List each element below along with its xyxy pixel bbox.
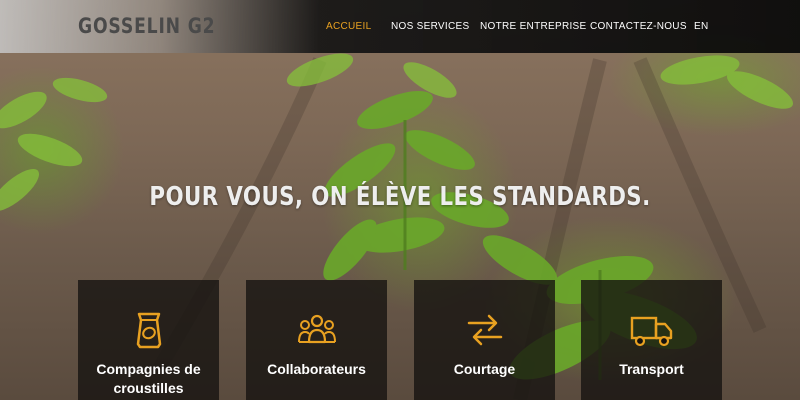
service-card-transport[interactable]: Transport xyxy=(581,280,722,400)
service-label: Compagnies de croustilles xyxy=(96,361,201,396)
nav-accueil[interactable]: ACCUEIL xyxy=(326,21,371,32)
service-label: Collaborateurs xyxy=(267,361,366,377)
site-header: GOSSELIN G2 ACCUEIL NOS SERVICES NOTRE E… xyxy=(0,0,800,53)
truck-icon xyxy=(630,316,672,347)
service-card-croustilles[interactable]: Compagnies de croustilles xyxy=(78,280,219,400)
hero-tagline: POUR VOUS, ON ÉLÈVE LES STANDARDS. xyxy=(149,182,651,212)
chip-bag-icon xyxy=(136,312,161,349)
service-card-collaborateurs[interactable]: Collaborateurs xyxy=(246,280,387,400)
people-icon xyxy=(297,314,336,344)
service-label: Courtage xyxy=(453,361,516,377)
nav-contactez-nous[interactable]: CONTACTEZ-NOUS xyxy=(590,21,687,32)
service-label: Transport xyxy=(619,361,684,377)
nav-nos-services[interactable]: NOS SERVICES xyxy=(391,21,469,32)
exchange-arrows-icon xyxy=(467,314,502,346)
nav-notre-entreprise[interactable]: NOTRE ENTREPRISE xyxy=(480,21,586,32)
site-logo[interactable]: GOSSELIN G2 xyxy=(78,14,215,38)
service-card-courtage[interactable]: Courtage xyxy=(414,280,555,400)
nav-language-en[interactable]: EN xyxy=(694,21,709,32)
